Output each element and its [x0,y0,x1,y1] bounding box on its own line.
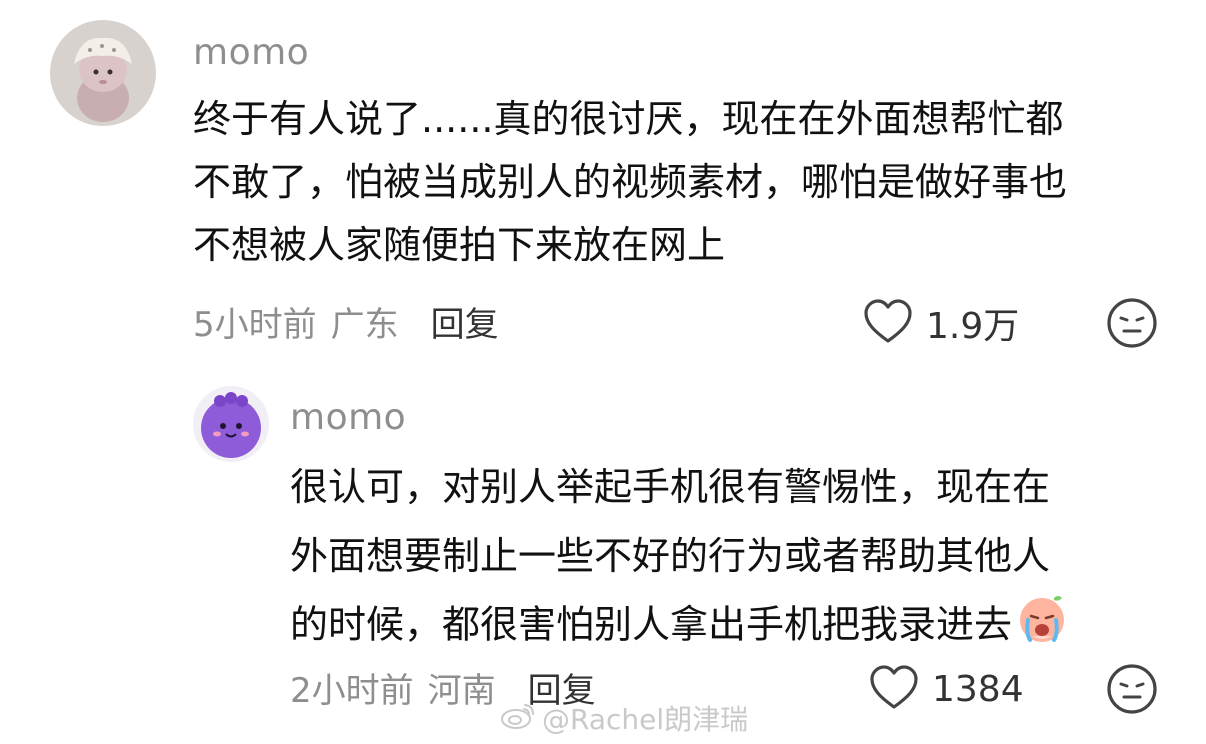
dislike-button[interactable] [1105,296,1159,350]
neutral-face-icon [1105,298,1159,354]
avatar[interactable] [193,386,269,462]
comment-location: 河南 [427,670,496,711]
comment-meta: 5小时前 广东 回复 [193,297,499,346]
comment-time: 5小时前 [193,304,317,345]
comment-location: 广东 [330,304,399,345]
heart-outline-icon [862,297,914,349]
comment-line-with-emoji: 的时候，都很害怕别人拿出手机把我录进去 [290,590,1070,664]
weibo-logo-icon [500,700,536,737]
avatar[interactable] [50,20,156,126]
watermark-text: @Rachel朗津瑞 [542,703,749,736]
like-button[interactable]: 1384 [868,662,1024,716]
comment-item: momo 终于有人说了......真的很讨厌，现在在外面想帮忙都 不敢了，怕被当… [0,0,1206,370]
comment-line: 外面想要制止一些不好的行为或者帮助其他人 [290,534,1051,578]
comment-line: 很认可，对别人举起手机很有警惕性，现在在 [290,465,1051,509]
comment-line: 的时候，都很害怕别人拿出手机把我录进去 [290,602,1013,647]
heart-outline-icon [868,663,920,715]
comment-time: 2小时前 [290,670,414,711]
reply-button[interactable]: 回复 [431,297,499,346]
comment-line: 不敢了，怕被当成别人的视频素材，哪怕是做好事也 [193,160,1068,204]
comment-line: 不想被人家随便拍下来放在网上 [193,223,726,267]
neutral-face-icon [1105,664,1159,720]
username[interactable]: momo [290,400,406,436]
like-count: 1384 [932,668,1024,710]
like-count: 1.9万 [926,306,1020,347]
watermark: @Rachel朗津瑞 [500,700,748,736]
like-button[interactable]: 1.9万 [862,296,1019,350]
crying-emoji-icon [1014,590,1070,664]
username[interactable]: momo [193,35,309,71]
dislike-button[interactable] [1105,662,1159,716]
reply-comment-item: momo 很认可，对别人举起手机很有警惕性，现在在 外面想要制止一些不好的行为或… [0,370,1206,744]
comment-line: 终于有人说了......真的很讨厌，现在在外面想帮忙都 [193,97,1064,141]
